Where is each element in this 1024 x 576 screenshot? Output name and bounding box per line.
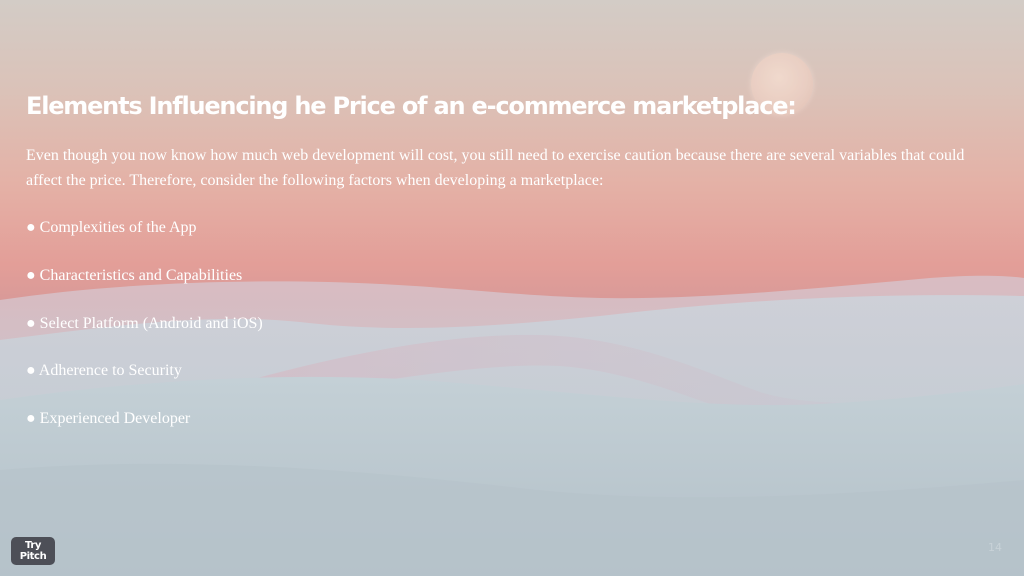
- list-item: ● Characteristics and Capabilities: [26, 266, 243, 284]
- slide-title: Elements Influencing he Price of an e-co…: [26, 92, 797, 120]
- list-item: ● Adherence to Security: [26, 362, 182, 380]
- slide-canvas: Elements Influencing he Price of an e-co…: [0, 0, 1024, 576]
- list-item: ● Select Platform (Android and iOS): [26, 314, 263, 332]
- page-number: 14: [988, 541, 1002, 554]
- factor-list: ● Complexities of the App ● Characterist…: [26, 216, 263, 455]
- intro-paragraph: Even though you now know how much web de…: [26, 147, 965, 189]
- try-pitch-button[interactable]: Try Pitch: [11, 537, 55, 565]
- list-item: ● Complexities of the App: [26, 219, 197, 236]
- list-item: ● Experienced Developer: [26, 410, 191, 428]
